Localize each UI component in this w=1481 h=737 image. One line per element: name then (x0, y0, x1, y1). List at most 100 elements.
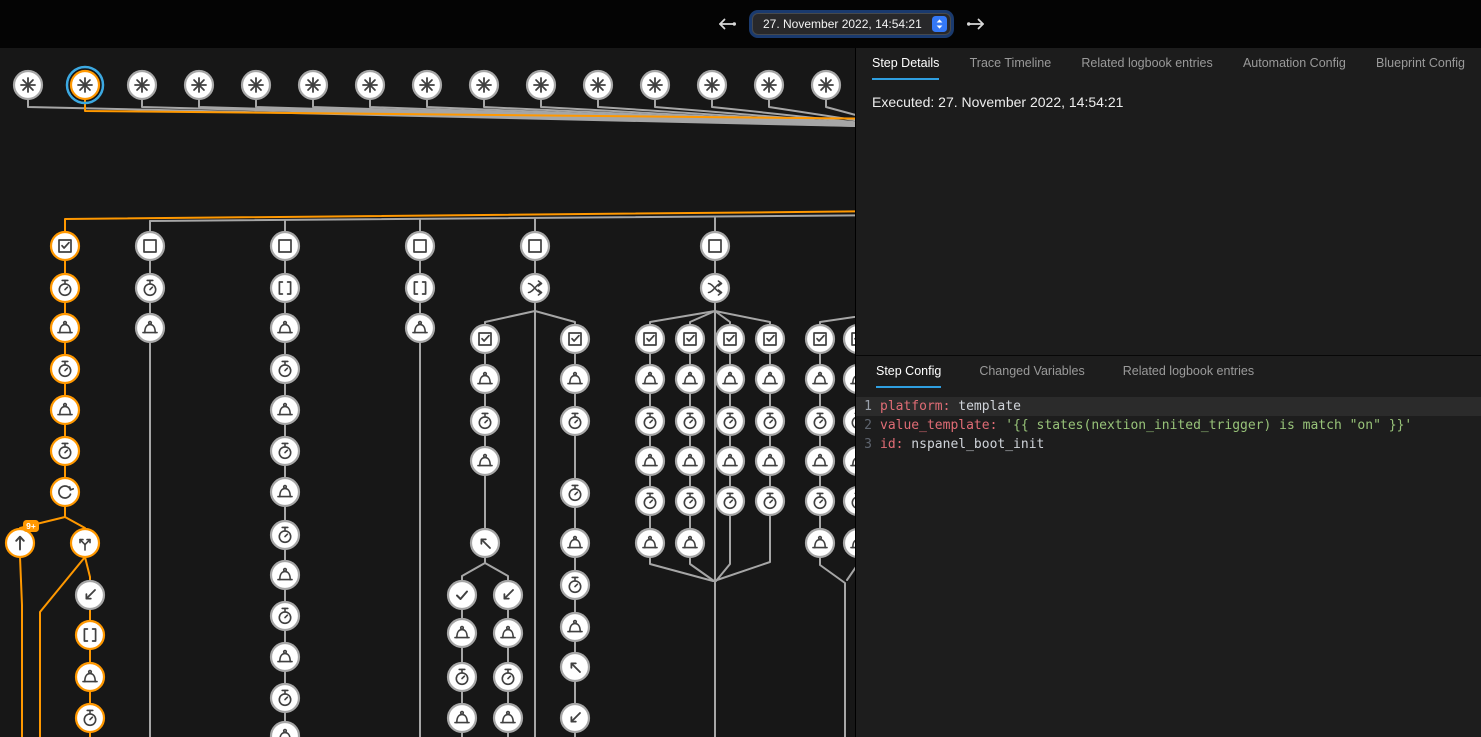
graph-node-bell[interactable] (271, 478, 299, 506)
graph-node-asterisk[interactable] (470, 71, 498, 99)
graph-node-square[interactable] (271, 232, 299, 260)
graph-node-checkbox[interactable] (471, 325, 499, 353)
graph-node-bell[interactable] (471, 365, 499, 393)
tab-automation-config[interactable]: Automation Config (1243, 48, 1346, 80)
graph-node-timer[interactable] (561, 571, 589, 599)
graph-node-checkbox[interactable] (676, 325, 704, 353)
graph-node-square[interactable] (701, 232, 729, 260)
graph-node-bell[interactable] (676, 447, 704, 475)
tab-step-details[interactable]: Step Details (872, 48, 939, 80)
next-trace-button[interactable] (963, 10, 991, 38)
graph-node-timer[interactable] (806, 487, 834, 515)
graph-node-timer[interactable] (636, 407, 664, 435)
graph-node-bell[interactable] (76, 663, 104, 691)
graph-node-timer[interactable] (636, 487, 664, 515)
graph-node-bell[interactable] (561, 613, 589, 641)
graph-node-bell[interactable] (806, 529, 834, 557)
graph-node-square[interactable] (406, 232, 434, 260)
graph-node-bell[interactable] (636, 365, 664, 393)
graph-node-asterisk[interactable] (299, 71, 327, 99)
graph-node-bell[interactable] (756, 447, 784, 475)
tab-trace-timeline[interactable]: Trace Timeline (970, 48, 1052, 80)
graph-node-bell[interactable] (271, 314, 299, 342)
graph-node-asterisk[interactable] (67, 67, 103, 103)
graph-node-timer[interactable] (676, 407, 704, 435)
graph-node-bell[interactable] (756, 365, 784, 393)
graph-node-arrow-dl[interactable] (76, 581, 104, 609)
graph-node-bell[interactable] (561, 529, 589, 557)
graph-node-timer[interactable] (756, 487, 784, 515)
graph-node-timer[interactable] (494, 663, 522, 691)
graph-node-repeat[interactable] (51, 478, 79, 506)
graph-node-bell[interactable] (471, 447, 499, 475)
graph-node-timer[interactable] (51, 437, 79, 465)
graph-node-timer[interactable] (136, 274, 164, 302)
graph-node-arrow-dl[interactable] (494, 581, 522, 609)
graph-node-call-split[interactable] (71, 529, 99, 557)
graph-node-bell[interactable] (271, 561, 299, 589)
graph-node-timer[interactable] (561, 407, 589, 435)
graph-node-bell[interactable] (806, 447, 834, 475)
graph-node-bell[interactable] (716, 447, 744, 475)
graph-node-timer[interactable] (806, 407, 834, 435)
graph-node-bell[interactable] (636, 529, 664, 557)
graph-node-timer[interactable] (716, 487, 744, 515)
graph-node-bell[interactable] (51, 314, 79, 342)
graph-node-checkbox[interactable] (716, 325, 744, 353)
graph-node-bell[interactable] (271, 396, 299, 424)
tab-step-config[interactable]: Step Config (876, 356, 941, 388)
graph-node-bell[interactable] (51, 396, 79, 424)
graph-node-brackets[interactable] (76, 621, 104, 649)
graph-node-bell[interactable] (448, 704, 476, 732)
graph-node-bell[interactable] (271, 643, 299, 671)
graph-node-timer[interactable] (51, 355, 79, 383)
graph-node-arrow-dl[interactable] (561, 704, 589, 732)
graph-node-check[interactable] (448, 581, 476, 609)
graph-node-bell[interactable] (676, 365, 704, 393)
graph-node-asterisk[interactable] (527, 71, 555, 99)
tab-related-logbook-entries[interactable]: Related logbook entries (1081, 48, 1212, 80)
graph-node-timer[interactable] (561, 479, 589, 507)
graph-node-brackets[interactable] (271, 274, 299, 302)
tab-changed-variables[interactable]: Changed Variables (979, 356, 1084, 388)
graph-node-shuffle[interactable] (701, 274, 729, 302)
graph-node-asterisk[interactable] (128, 71, 156, 99)
graph-node-bell[interactable] (406, 314, 434, 342)
graph-node-timer[interactable] (271, 602, 299, 630)
graph-node-timer[interactable] (76, 704, 104, 732)
graph-node-brackets[interactable] (406, 274, 434, 302)
graph-node-bell[interactable] (716, 365, 744, 393)
graph-node-asterisk[interactable] (14, 71, 42, 99)
graph-node-checkbox[interactable] (561, 325, 589, 353)
graph-node-bell[interactable] (636, 447, 664, 475)
graph-node-checkbox[interactable] (51, 232, 79, 260)
graph-node-bell[interactable] (676, 529, 704, 557)
graph-node-asterisk[interactable] (698, 71, 726, 99)
graph-node-shuffle[interactable] (521, 274, 549, 302)
graph-node-asterisk[interactable] (584, 71, 612, 99)
graph-node-bell[interactable] (806, 365, 834, 393)
graph-node-asterisk[interactable] (755, 71, 783, 99)
graph-node-timer[interactable] (51, 274, 79, 302)
graph-node-square[interactable] (521, 232, 549, 260)
graph-node-asterisk[interactable] (413, 71, 441, 99)
graph-node-bell[interactable] (494, 619, 522, 647)
graph-node-arrow-ul[interactable] (561, 653, 589, 681)
graph-node-bell[interactable] (561, 365, 589, 393)
previous-trace-button[interactable] (712, 10, 740, 38)
graph-node-asterisk[interactable] (185, 71, 213, 99)
graph-node-timer[interactable] (471, 407, 499, 435)
graph-node-timer[interactable] (271, 437, 299, 465)
graph-node-timer[interactable] (756, 407, 784, 435)
tab-blueprint-config[interactable]: Blueprint Config (1376, 48, 1465, 80)
graph-node-asterisk[interactable] (242, 71, 270, 99)
graph-node-arrow-ul[interactable] (471, 529, 499, 557)
graph-node-asterisk[interactable] (641, 71, 669, 99)
graph-node-timer[interactable] (271, 521, 299, 549)
graph-node-timer[interactable] (716, 407, 744, 435)
graph-node-timer[interactable] (676, 487, 704, 515)
graph-node-square[interactable] (136, 232, 164, 260)
graph-node-checkbox[interactable] (806, 325, 834, 353)
graph-node-checkbox[interactable] (756, 325, 784, 353)
graph-node-bell[interactable] (136, 314, 164, 342)
